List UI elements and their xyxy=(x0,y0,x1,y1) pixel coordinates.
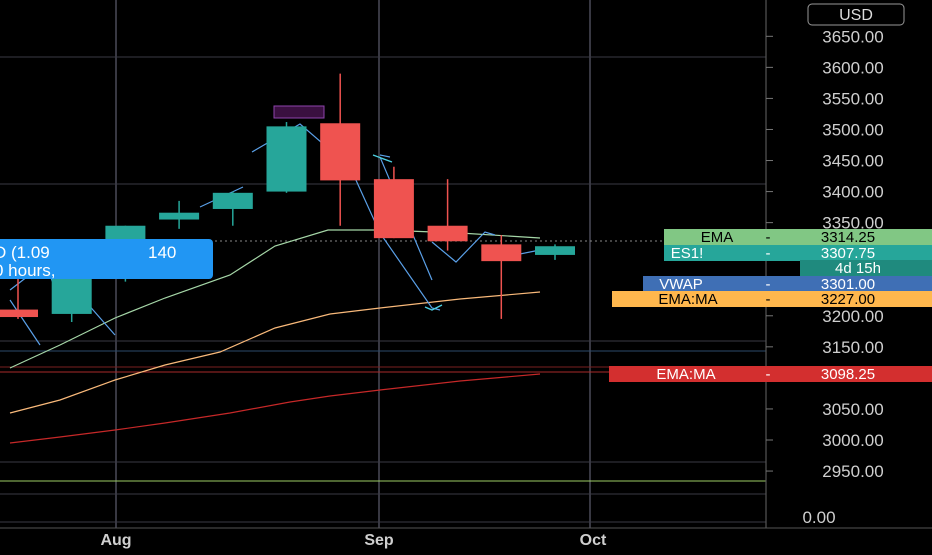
tooltip-text-2: 0 hours, xyxy=(0,261,55,280)
tooltip-text-1b: 140 xyxy=(148,243,176,262)
x-tick-label: Oct xyxy=(580,532,607,549)
candle-body xyxy=(481,244,522,262)
y-tick-label: 3650.00 xyxy=(822,27,883,46)
candle-body xyxy=(51,275,92,314)
x-tick-label: Sep xyxy=(364,532,394,549)
y-tick-label: 3150.00 xyxy=(822,338,883,357)
y-tick-label: 3600.00 xyxy=(822,58,883,77)
price-chart[interactable]: D (1.09 140 0 hours, USD 3650.00 3600.00 3… xyxy=(0,0,932,550)
y-tick-label-zero: 0.00 xyxy=(802,508,835,527)
tooltip: D (1.09 140 0 hours, xyxy=(0,239,213,280)
candle-body xyxy=(159,212,200,220)
candle-body xyxy=(320,123,361,181)
y-tick-label: 3450.00 xyxy=(822,152,883,171)
x-tick-label: Aug xyxy=(100,532,131,549)
currency-label: USD xyxy=(839,7,873,24)
price-label-name: ES1! xyxy=(671,245,704,262)
price-label-value: 4d 15h xyxy=(835,260,881,277)
price-label-dash: - xyxy=(766,291,771,308)
y-tick-label: 3000.00 xyxy=(822,431,883,450)
candle-body xyxy=(535,246,575,255)
candle-body xyxy=(373,179,414,239)
price-label-value: 3098.25 xyxy=(821,366,875,383)
price-label-dash: - xyxy=(766,366,771,383)
y-tick-label: 3050.00 xyxy=(822,400,883,419)
y-tick-label: 3200.00 xyxy=(822,307,883,326)
price-label-name: EMA xyxy=(701,229,734,246)
y-tick-label: 3500.00 xyxy=(822,120,883,139)
price-label-name: EMA:MA xyxy=(656,366,715,383)
price-label-name: EMA:MA xyxy=(658,291,717,308)
price-label-value: 3227.00 xyxy=(821,291,875,308)
highlight-box xyxy=(273,105,325,119)
price-label-value: 3314.25 xyxy=(821,229,875,246)
candle-body xyxy=(266,126,307,192)
y-tick-label: 2950.00 xyxy=(822,462,883,481)
y-tick-label: 3550.00 xyxy=(822,89,883,108)
candle-body xyxy=(427,225,468,242)
y-tick-label: 3400.00 xyxy=(822,183,883,202)
price-label-dash: - xyxy=(766,245,771,262)
price-label-box xyxy=(664,245,932,261)
candle-body xyxy=(212,192,253,209)
chart-container[interactable]: D (1.09 140 0 hours, USD 3650.00 3600.00 3… xyxy=(0,0,932,550)
candle-body xyxy=(0,309,38,318)
price-label-dash: - xyxy=(766,229,771,246)
tooltip-text-1: D (1.09 xyxy=(0,243,50,262)
